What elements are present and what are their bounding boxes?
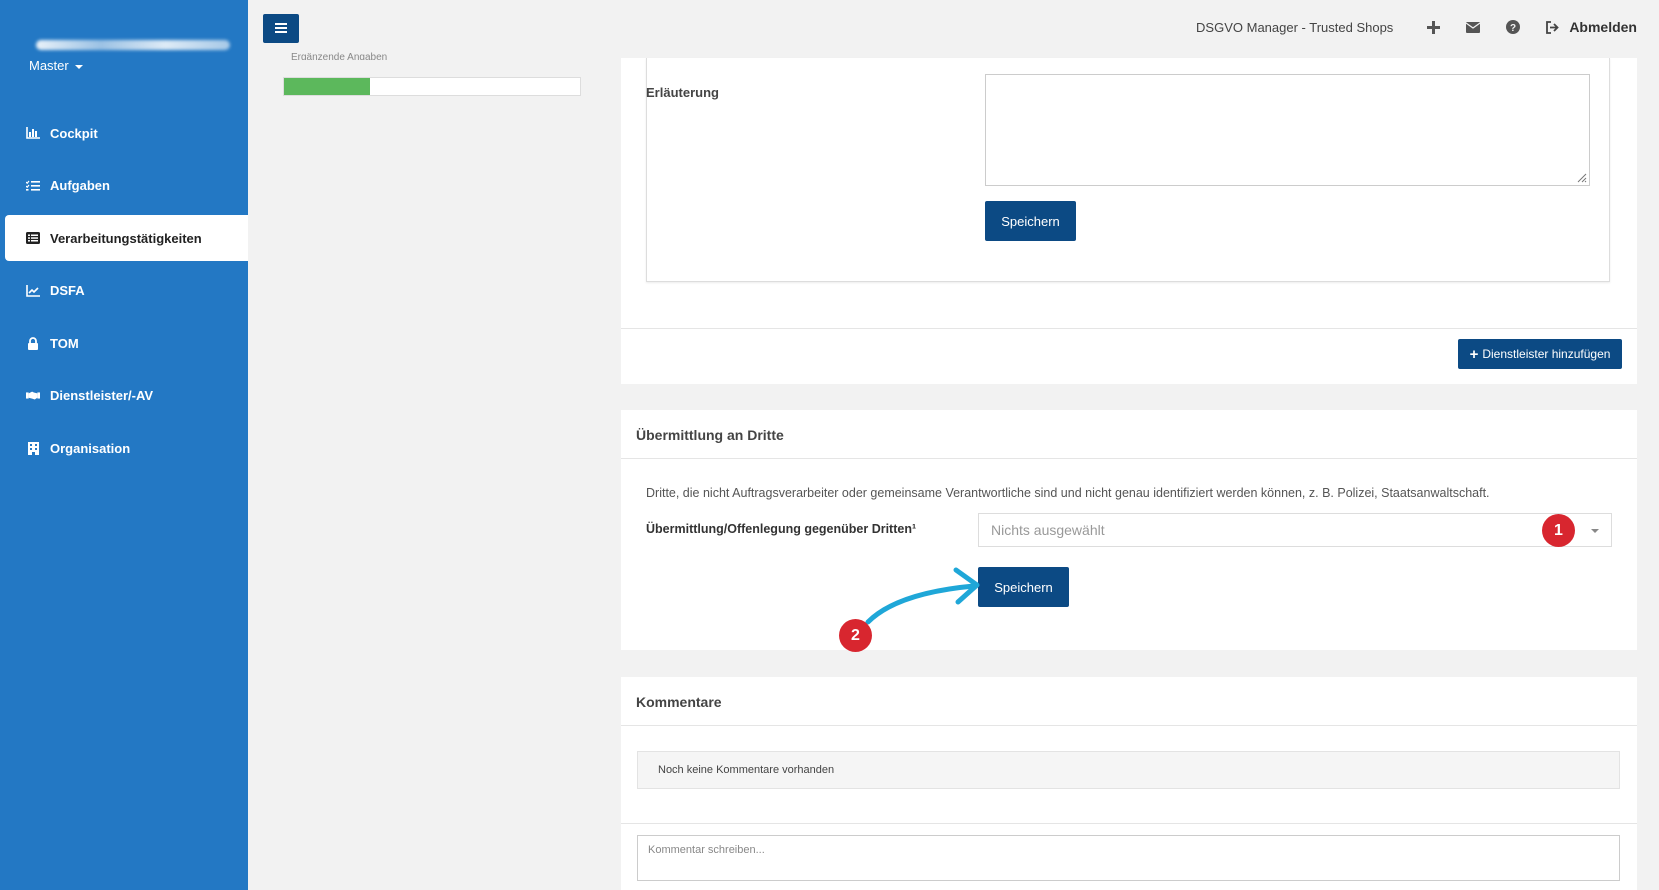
third-party-title: Übermittlung an Dritte: [636, 427, 784, 443]
progress-label: Ergänzende Angaben: [291, 52, 388, 60]
sign-out-icon: [1546, 20, 1560, 34]
divider: [621, 823, 1637, 824]
select-value: Nichts ausgewählt: [991, 522, 1105, 538]
handshake-icon: [26, 389, 40, 403]
envelope-icon[interactable]: [1465, 19, 1481, 35]
sidebar-item-cockpit[interactable]: Cockpit: [0, 110, 248, 156]
caret-down-icon: [74, 64, 83, 69]
sidebar-item-tom[interactable]: TOM: [0, 320, 248, 366]
building-icon: [26, 441, 40, 455]
master-label: Master: [29, 58, 69, 73]
caret-down-icon: [1591, 529, 1599, 533]
list-check-icon: [26, 179, 40, 193]
sidebar-item-dsfa[interactable]: DSFA: [0, 268, 248, 314]
divider: [621, 328, 1637, 329]
step-badge-1: 1: [1542, 514, 1575, 547]
topbar-right: DSGVO Manager - Trusted Shops ? Abmelden: [1196, 19, 1637, 35]
save-erlaeuterung-button[interactable]: Speichern: [985, 201, 1076, 241]
sidebar-nav: Cockpit Aufgaben Verarbeitungstätigkeite…: [0, 110, 248, 478]
menu-toggle-button[interactable]: [263, 14, 299, 43]
sidebar-item-aufgaben[interactable]: Aufgaben: [0, 163, 248, 209]
divider: [621, 458, 1637, 459]
chart-bar-icon: [26, 126, 40, 140]
divider: [621, 725, 1637, 726]
logout-button[interactable]: Abmelden: [1545, 19, 1637, 35]
help-icon[interactable]: ?: [1505, 19, 1521, 35]
third-party-field-label: Übermittlung/Offenlegung gegenüber Dritt…: [646, 522, 917, 536]
progress-bar: [283, 77, 581, 96]
lock-icon: [26, 336, 40, 350]
add-provider-button[interactable]: + Dienstleister hinzufügen: [1458, 339, 1622, 369]
hamburger-icon: [275, 20, 287, 38]
step-badge-2: 2: [839, 619, 872, 652]
sidebar-item-label: Organisation: [50, 440, 131, 456]
sidebar-item-label: Verarbeitungstätigkeiten: [50, 230, 202, 246]
logout-label: Abmelden: [1569, 19, 1637, 35]
chart-line-icon: [26, 284, 40, 298]
sidebar-item-verarbeitungstaetigkeiten[interactable]: Verarbeitungstätigkeiten: [5, 215, 248, 261]
erlaeuterung-label: Erläuterung: [646, 85, 719, 100]
sidebar-item-label: Aufgaben: [50, 178, 110, 193]
sidebar-item-dienstleister[interactable]: Dienstleister/-AV: [0, 373, 248, 419]
sidebar-item-label: Cockpit: [50, 125, 98, 141]
third-party-select[interactable]: Nichts ausgewählt: [978, 513, 1612, 547]
sidebar-item-label: TOM: [50, 335, 79, 351]
resize-handle-icon[interactable]: [1575, 171, 1587, 183]
comment-input[interactable]: Kommentar schreiben...: [637, 835, 1620, 881]
sidebar-item-organisation[interactable]: Organisation: [0, 425, 248, 471]
third-party-description: Dritte, die nicht Auftragsverarbeiter od…: [646, 486, 1490, 500]
master-dropdown[interactable]: Master: [29, 58, 83, 73]
topbar: DSGVO Manager - Trusted Shops ? Abmelden: [248, 0, 1659, 58]
annotation-arrow-icon: [865, 567, 980, 625]
account-name-blurred: [36, 40, 230, 54]
brand-link[interactable]: DSGVO Manager - Trusted Shops: [1196, 20, 1393, 35]
table-list-icon: [26, 231, 40, 245]
progress-fill: [284, 78, 370, 95]
sidebar-item-label: DSFA: [50, 283, 85, 298]
comments-title: Kommentare: [636, 694, 722, 710]
save-third-party-button[interactable]: Speichern: [978, 567, 1069, 607]
sidebar-item-label: Dienstleister/-AV: [50, 388, 154, 403]
svg-text:?: ?: [1510, 23, 1516, 34]
plus-icon[interactable]: [1425, 19, 1441, 35]
no-comments-notice: Noch keine Kommentare vorhanden: [637, 751, 1620, 789]
plus-icon: +: [1469, 345, 1479, 363]
erlaeuterung-textarea[interactable]: [985, 74, 1590, 186]
sidebar: Master Cockpit Aufgaben Verarbeitungstät…: [0, 0, 248, 890]
add-provider-label: Dienstleister hinzufügen: [1482, 347, 1611, 361]
